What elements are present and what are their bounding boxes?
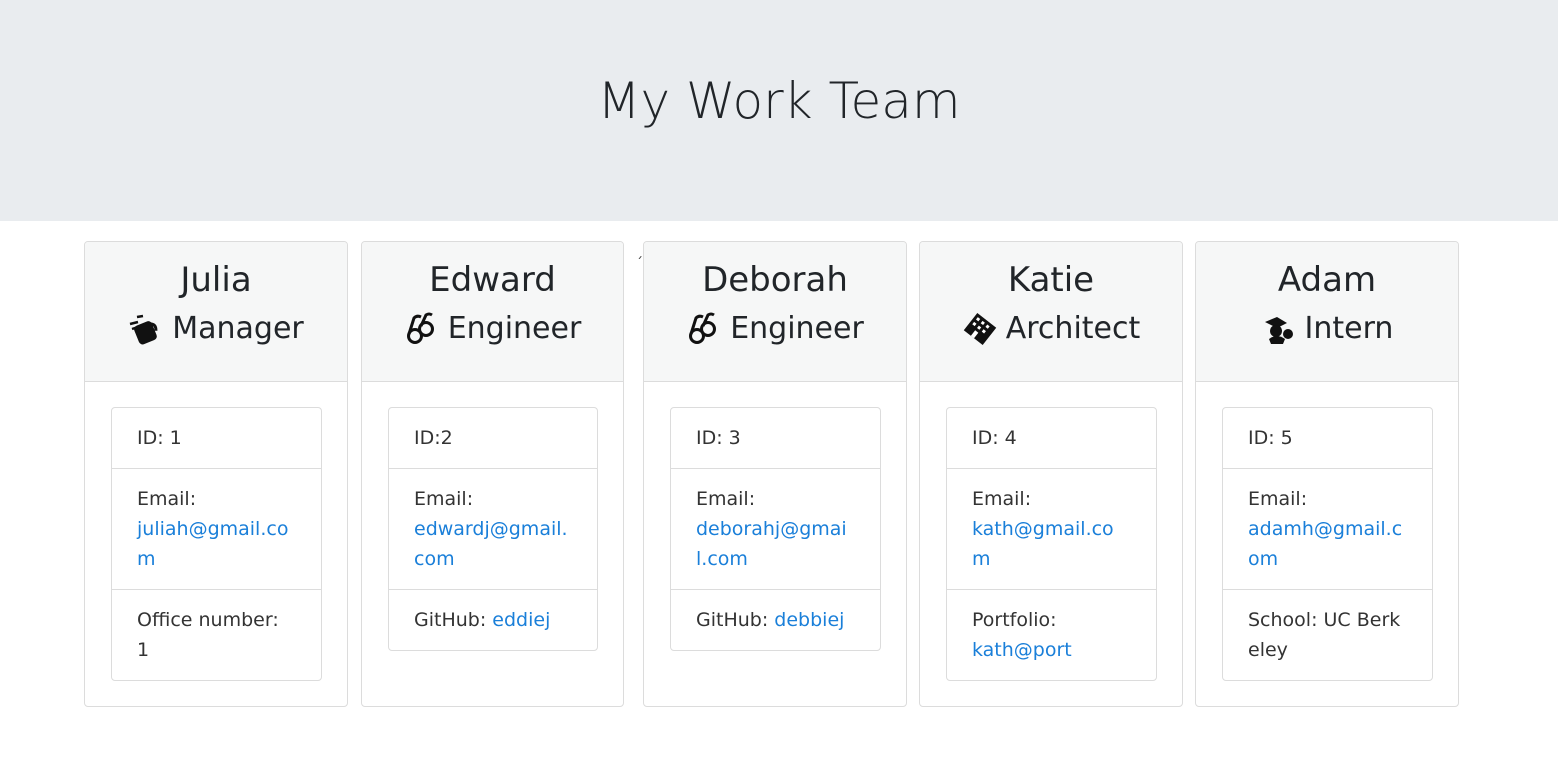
list-item-school: School: UC Berkeley	[1223, 589, 1432, 680]
employee-card-adam: Adam Intern ID: 5 Email: adamh@gmail.com…	[1195, 241, 1459, 707]
list-item-office: Office number: 1	[112, 589, 321, 680]
email-link[interactable]: kath@gmail.com	[972, 518, 1114, 570]
github-link[interactable]: eddiej	[492, 609, 550, 631]
email-label: Email:	[414, 488, 474, 510]
portfolio-label: Portfolio:	[972, 609, 1057, 631]
list-item-id: ID: 3	[696, 427, 741, 449]
list-item-email: Email: edwardj@gmail.com	[389, 468, 597, 589]
role-label: Architect	[1005, 311, 1141, 346]
user-graduate-icon	[1261, 312, 1297, 346]
card-body: ID: 1 Email: juliah@gmail.com Office num…	[85, 382, 347, 681]
list-item-id: ID: 1	[137, 427, 182, 449]
employee-name: Deborah	[702, 260, 848, 300]
role-label: Engineer	[730, 311, 864, 346]
info-list: ID: 1 Email: juliah@gmail.com Office num…	[111, 407, 322, 681]
email-link[interactable]: edwardj@gmail.com	[414, 518, 568, 570]
mug-hot-icon	[128, 312, 164, 346]
employee-role: Engineer	[644, 302, 906, 346]
card-body: ID: 3 Email: deborahj@gmail.com GitHub: …	[644, 382, 906, 651]
list-item-email: Email: kath@gmail.com	[947, 468, 1156, 589]
glasses-icon	[686, 312, 722, 346]
employee-card-deborah: Deborah Engineer ID: 3 Email: deborahj@g…	[643, 241, 907, 707]
employee-name: Julia	[180, 260, 252, 300]
email-label: Email:	[972, 488, 1032, 510]
card-body: ID:2 Email: edwardj@gmail.com GitHub: ed…	[362, 382, 623, 651]
email-label: Email:	[1248, 488, 1308, 510]
list-item-email: Email: juliah@gmail.com	[112, 468, 321, 589]
card-header: Edward Engineer	[362, 242, 623, 382]
employee-role: Manager	[85, 302, 347, 346]
employee-name: Adam	[1277, 260, 1377, 300]
email-link[interactable]: juliah@gmail.com	[137, 518, 288, 570]
email-label: Email:	[696, 488, 756, 510]
github-link[interactable]: debbiej	[774, 609, 844, 631]
employee-role: Intern	[1196, 302, 1458, 346]
role-label: Engineer	[447, 311, 582, 346]
info-list: ID: 3 Email: deborahj@gmail.com GitHub: …	[670, 407, 881, 651]
employee-card-katie: Katie Architect ID: 4 Email: kath@gmail.…	[919, 241, 1183, 707]
card-header: Katie Architect	[920, 242, 1182, 382]
list-item-portfolio: Portfolio: kath@port	[947, 589, 1156, 680]
info-list: ID: 5 Email: adamh@gmail.com School: UC …	[1222, 407, 1433, 681]
email-link[interactable]: adamh@gmail.com	[1248, 518, 1402, 570]
role-label: Intern	[1304, 311, 1394, 346]
info-list: ID:2 Email: edwardj@gmail.com GitHub: ed…	[388, 407, 598, 651]
card-header: Julia Manager	[85, 242, 347, 382]
github-label: GitHub:	[414, 609, 487, 631]
employee-name: Katie	[1007, 260, 1095, 300]
employee-card-edward: Edward Engineer ID:2 Email: edwardj@gmai…	[361, 241, 624, 707]
role-label: Manager	[172, 311, 304, 346]
page-header: My Work Team	[0, 0, 1558, 221]
list-item-id: ID: 5	[1248, 427, 1293, 449]
building-icon	[962, 312, 998, 346]
list-item-github: GitHub: debbiej	[671, 589, 880, 650]
card-body: ID: 4 Email: kath@gmail.com Portfolio: k…	[920, 382, 1182, 681]
card-header: Deborah Engineer	[644, 242, 906, 382]
list-item-id: ID: 4	[972, 427, 1017, 449]
card-body: ID: 5 Email: adamh@gmail.com School: UC …	[1196, 382, 1458, 681]
employee-card-julia: Julia Manager ID: 1 Email: juliah@gmail.…	[84, 241, 348, 707]
info-list: ID: 4 Email: kath@gmail.com Portfolio: k…	[946, 407, 1157, 681]
github-label: GitHub:	[696, 609, 769, 631]
list-item-email: Email: deborahj@gmail.com	[671, 468, 880, 589]
portfolio-link[interactable]: kath@port	[972, 639, 1072, 661]
list-item-id: ID:2	[414, 427, 453, 449]
employee-role: Architect	[920, 302, 1182, 346]
email-label: Email:	[137, 488, 197, 510]
employee-role: Engineer	[362, 302, 623, 346]
employee-name: Edward	[429, 260, 556, 300]
card-header: Adam Intern	[1196, 242, 1458, 382]
glasses-icon	[404, 312, 440, 346]
stray-mark: ´	[636, 256, 643, 272]
list-item-email: Email: adamh@gmail.com	[1223, 468, 1432, 589]
list-item-github: GitHub: eddiej	[389, 589, 597, 650]
page-title: My Work Team	[597, 72, 961, 130]
email-link[interactable]: deborahj@gmail.com	[696, 518, 847, 570]
